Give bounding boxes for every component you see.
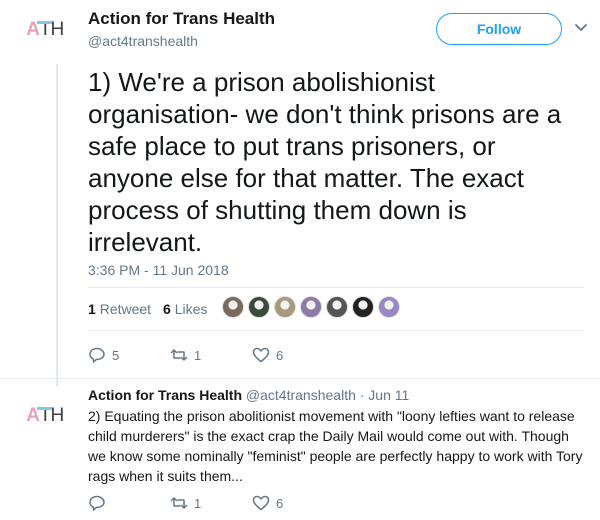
follow-button[interactable]: Follow bbox=[436, 13, 562, 45]
liker-avatars bbox=[222, 296, 400, 318]
reply-button[interactable]: 5 bbox=[88, 346, 170, 364]
liker-avatar[interactable] bbox=[300, 296, 322, 318]
tweet-timestamp[interactable]: 3:36 PM - 11 Jun 2018 bbox=[88, 262, 229, 278]
heart-icon bbox=[252, 347, 270, 363]
liker-avatar[interactable] bbox=[248, 296, 270, 318]
retweet-button[interactable]: 1 bbox=[170, 346, 252, 364]
ath-logo-icon: A T H bbox=[26, 18, 64, 40]
tweet-separator bbox=[0, 378, 600, 379]
reply-count: 5 bbox=[112, 347, 120, 363]
liker-avatar[interactable] bbox=[326, 296, 348, 318]
reply-handle-time[interactable]: @act4transhealth · Jun 11 bbox=[246, 387, 409, 403]
reply-icon bbox=[89, 495, 105, 511]
heart-icon bbox=[252, 495, 270, 511]
retweet-stat[interactable]: 1 Retweet bbox=[88, 301, 151, 317]
tweet-stats: 1 Retweet 6 Likes bbox=[88, 301, 207, 317]
like-stat[interactable]: 6 Likes bbox=[163, 301, 207, 317]
liker-avatar[interactable] bbox=[352, 296, 374, 318]
author-handle[interactable]: @act4transhealth bbox=[88, 33, 198, 49]
tweet-actions: 5 1 6 bbox=[88, 346, 283, 364]
reply-author-name[interactable]: Action for Trans Health bbox=[88, 387, 242, 403]
reply-retweet-count: 1 bbox=[194, 495, 202, 511]
thread-connector-line bbox=[56, 64, 58, 386]
reply-avatar[interactable]: A T H bbox=[24, 400, 66, 430]
reply-header: Action for Trans Health @act4transhealth… bbox=[88, 387, 409, 403]
reply-actions: 1 6 bbox=[88, 494, 283, 512]
divider bbox=[88, 287, 584, 288]
author-name[interactable]: Action for Trans Health bbox=[88, 9, 275, 29]
liker-avatar[interactable] bbox=[378, 296, 400, 318]
tweet-text: 1) We're a prison abolishionist organisa… bbox=[88, 67, 562, 257]
like-button[interactable]: 6 bbox=[252, 346, 283, 364]
avatar[interactable]: A T H bbox=[24, 14, 66, 44]
chevron-down-icon[interactable] bbox=[574, 20, 588, 34]
like-count: 6 bbox=[276, 347, 284, 363]
divider bbox=[88, 330, 584, 331]
reply-text: 2) Equating the prison abolitionist move… bbox=[88, 408, 583, 484]
reply-like-count: 6 bbox=[276, 495, 284, 511]
retweet-icon bbox=[170, 497, 188, 509]
liker-avatar[interactable] bbox=[222, 296, 244, 318]
liker-avatar[interactable] bbox=[274, 296, 296, 318]
retweet-icon bbox=[170, 349, 188, 361]
ath-logo-icon: A T H bbox=[26, 404, 64, 426]
reply-like-button[interactable]: 6 bbox=[252, 494, 283, 512]
retweet-count: 1 bbox=[194, 347, 202, 363]
reply-retweet-button[interactable]: 1 bbox=[170, 494, 252, 512]
reply-reply-button[interactable] bbox=[88, 494, 170, 512]
reply-icon bbox=[89, 347, 105, 363]
